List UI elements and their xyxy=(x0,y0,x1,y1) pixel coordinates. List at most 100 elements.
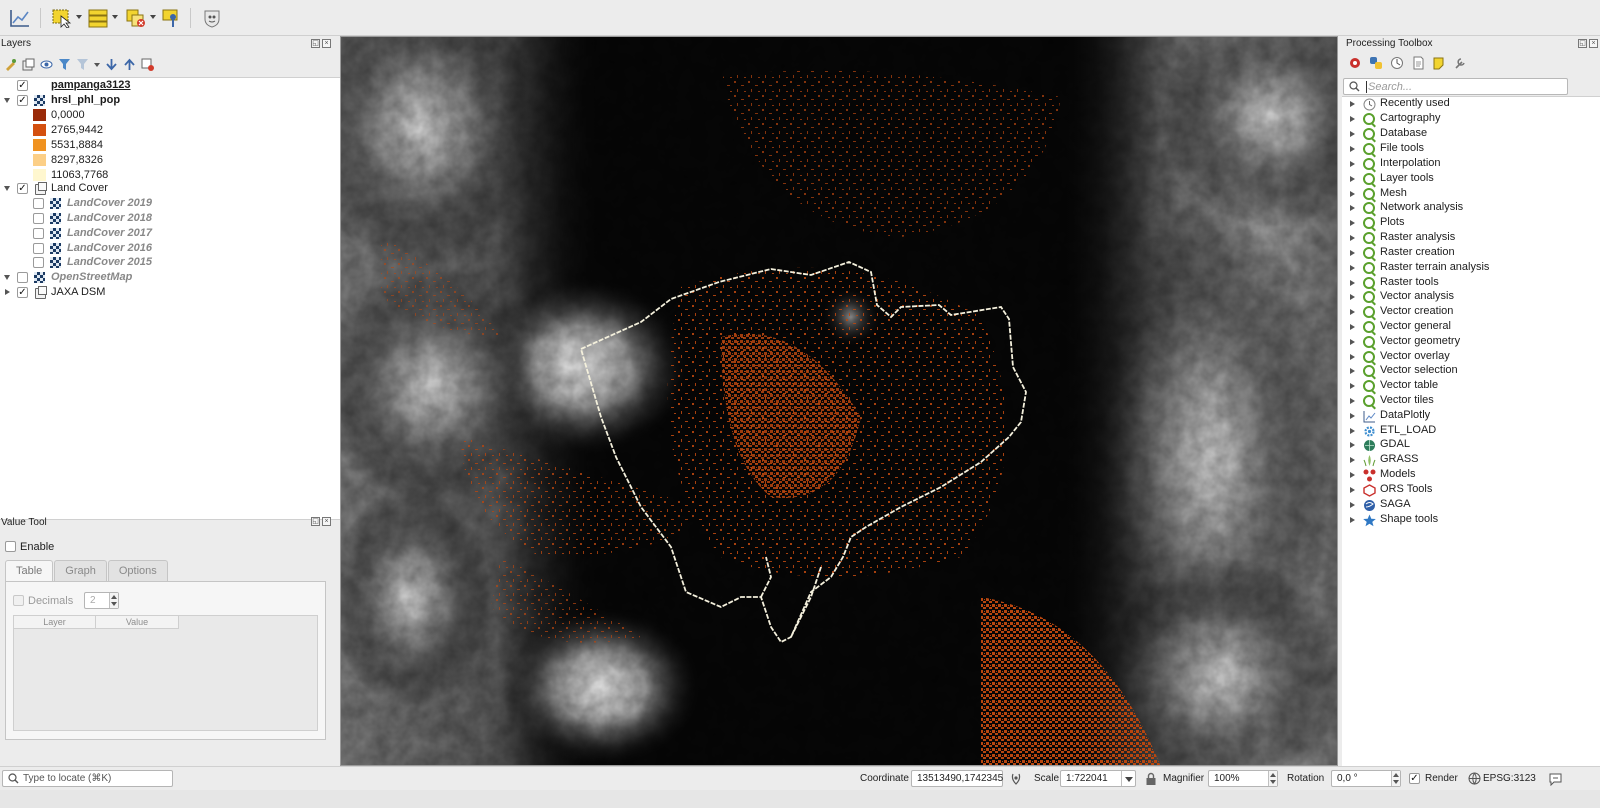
provider-models[interactable]: Models xyxy=(1342,468,1600,482)
spin-arrows-icon[interactable] xyxy=(1391,771,1400,786)
layer-visibility-checkbox[interactable] xyxy=(33,228,44,239)
chevron-down-icon[interactable] xyxy=(94,58,100,71)
chevron-right-icon[interactable] xyxy=(1350,294,1355,300)
provider-cartography[interactable]: Cartography xyxy=(1342,112,1600,126)
tab-graph[interactable]: Graph xyxy=(54,560,107,581)
chevron-right-icon[interactable] xyxy=(1350,116,1355,122)
chevron-right-icon[interactable] xyxy=(1350,457,1355,463)
results-icon[interactable] xyxy=(1411,56,1426,70)
provider-vector-geometry[interactable]: Vector geometry xyxy=(1342,335,1600,349)
chevron-down-icon[interactable] xyxy=(1121,771,1135,786)
collapse-all-icon[interactable] xyxy=(123,58,136,71)
chevron-right-icon[interactable] xyxy=(1350,161,1355,167)
provider-grass[interactable]: GRASS xyxy=(1342,453,1600,467)
tab-table[interactable]: Table xyxy=(5,560,54,581)
float-icon[interactable]: ◱ xyxy=(1578,39,1587,48)
chevron-right-icon[interactable] xyxy=(1350,324,1355,330)
enable-checkbox[interactable] xyxy=(5,541,16,552)
float-icon[interactable]: ◱ xyxy=(311,517,320,526)
crs-button[interactable]: EPSG:3123 xyxy=(1483,773,1536,784)
column-header-value[interactable]: Value xyxy=(96,616,179,629)
chevron-right-icon[interactable] xyxy=(1350,131,1355,137)
scale-combobox[interactable]: 1:722041 xyxy=(1060,770,1136,787)
chevron-right-icon[interactable] xyxy=(1350,354,1355,360)
provider-raster-creation[interactable]: Raster creation xyxy=(1342,246,1600,260)
decimals-checkbox[interactable] xyxy=(13,595,24,606)
provider-raster-tools[interactable]: Raster tools xyxy=(1342,276,1600,290)
chevron-down-icon[interactable] xyxy=(76,15,82,19)
style-manager-icon[interactable] xyxy=(4,58,17,71)
chevron-right-icon[interactable] xyxy=(1350,517,1355,523)
layer-landcover-2015[interactable]: LandCover 2015 xyxy=(0,255,340,270)
layer-hrsl-phl-pop[interactable]: ✓ hrsl_phl_pop xyxy=(0,93,340,108)
chevron-down-icon[interactable] xyxy=(112,15,118,19)
provider-dataplotly[interactable]: DataPlotly xyxy=(1342,409,1600,423)
provider-shape-tools[interactable]: Shape tools xyxy=(1342,513,1600,527)
provider-raster-terrain-analysis[interactable]: Raster terrain analysis xyxy=(1342,261,1600,275)
chevron-right-icon[interactable] xyxy=(5,289,10,295)
layer-visibility-checkbox[interactable] xyxy=(33,257,44,268)
chevron-right-icon[interactable] xyxy=(1350,176,1355,182)
lock-icon[interactable] xyxy=(1145,772,1157,786)
layer-pampanga3123[interactable]: ✓ pampanga3123 xyxy=(0,78,340,93)
chevron-down-icon[interactable] xyxy=(4,98,10,103)
chevron-right-icon[interactable] xyxy=(1350,383,1355,389)
chevron-right-icon[interactable] xyxy=(1350,191,1355,197)
models-icon[interactable] xyxy=(1348,56,1363,70)
chevron-right-icon[interactable] xyxy=(1350,250,1355,256)
identify-features-icon[interactable] xyxy=(160,7,184,29)
decimals-spinbox[interactable]: 2 xyxy=(84,592,119,609)
provider-plots[interactable]: Plots xyxy=(1342,216,1600,230)
float-icon[interactable]: ◱ xyxy=(311,39,320,48)
provider-database[interactable]: Database xyxy=(1342,127,1600,141)
provider-etl-load[interactable]: ETL_LOAD xyxy=(1342,424,1600,438)
map-render[interactable] xyxy=(341,37,1338,766)
chevron-right-icon[interactable] xyxy=(1350,487,1355,493)
chevron-right-icon[interactable] xyxy=(1350,101,1355,107)
chevron-down-icon[interactable] xyxy=(4,186,10,191)
messages-icon[interactable] xyxy=(1548,772,1563,786)
provider-vector-tiles[interactable]: Vector tiles xyxy=(1342,394,1600,408)
column-header-layer[interactable]: Layer xyxy=(14,616,96,629)
deselect-all-icon[interactable] xyxy=(124,7,148,29)
toolbox-search-field[interactable]: Search... xyxy=(1343,78,1568,95)
layer-visibility-checkbox[interactable]: ✓ xyxy=(17,80,28,91)
layer-landcover-2018[interactable]: LandCover 2018 xyxy=(0,211,340,226)
rotation-spinbox[interactable]: 0,0 ° xyxy=(1331,770,1401,787)
magnifier-spinbox[interactable]: 100% xyxy=(1208,770,1278,787)
layer-landcover-2019[interactable]: LandCover 2019 xyxy=(0,196,340,211)
provider-vector-table[interactable]: Vector table xyxy=(1342,379,1600,393)
layer-visibility-checkbox[interactable]: ✓ xyxy=(17,183,28,194)
layer-openstreetmap[interactable]: OpenStreetMap xyxy=(0,270,340,285)
chevron-right-icon[interactable] xyxy=(1350,398,1355,404)
layer-visibility-checkbox[interactable] xyxy=(17,272,28,283)
expand-all-icon[interactable] xyxy=(105,58,118,71)
chevron-down-icon[interactable] xyxy=(150,15,156,19)
provider-vector-creation[interactable]: Vector creation xyxy=(1342,305,1600,319)
chevron-right-icon[interactable] xyxy=(1350,280,1355,286)
globe-icon[interactable] xyxy=(1468,772,1481,785)
provider-file-tools[interactable]: File tools xyxy=(1342,142,1600,156)
provider-gdal[interactable]: GDAL xyxy=(1342,438,1600,452)
close-icon[interactable]: × xyxy=(322,517,331,526)
dataplotly-icon[interactable] xyxy=(8,7,32,29)
provider-saga[interactable]: SAGA xyxy=(1342,498,1600,512)
options-wrench-icon[interactable] xyxy=(1453,56,1468,70)
open-attribute-table-icon[interactable] xyxy=(86,7,110,29)
chevron-right-icon[interactable] xyxy=(1350,205,1355,211)
locator-search-input[interactable]: Type to locate (⌘K) xyxy=(2,770,173,787)
chevron-right-icon[interactable] xyxy=(1350,265,1355,271)
provider-vector-selection[interactable]: Vector selection xyxy=(1342,364,1600,378)
select-features-icon[interactable] xyxy=(50,7,74,29)
add-group-icon[interactable] xyxy=(22,58,35,71)
chevron-right-icon[interactable] xyxy=(1350,368,1355,374)
provider-raster-analysis[interactable]: Raster analysis xyxy=(1342,231,1600,245)
provider-recently-used[interactable]: Recently used xyxy=(1342,97,1600,111)
layer-group-land-cover[interactable]: ✓ Land Cover xyxy=(0,181,340,196)
chevron-right-icon[interactable] xyxy=(1350,428,1355,434)
plugin-icon[interactable] xyxy=(200,7,224,29)
chevron-right-icon[interactable] xyxy=(1350,235,1355,241)
close-icon[interactable]: × xyxy=(1589,39,1598,48)
toggle-extents-icon[interactable] xyxy=(1009,772,1023,786)
history-icon[interactable] xyxy=(1390,56,1405,70)
